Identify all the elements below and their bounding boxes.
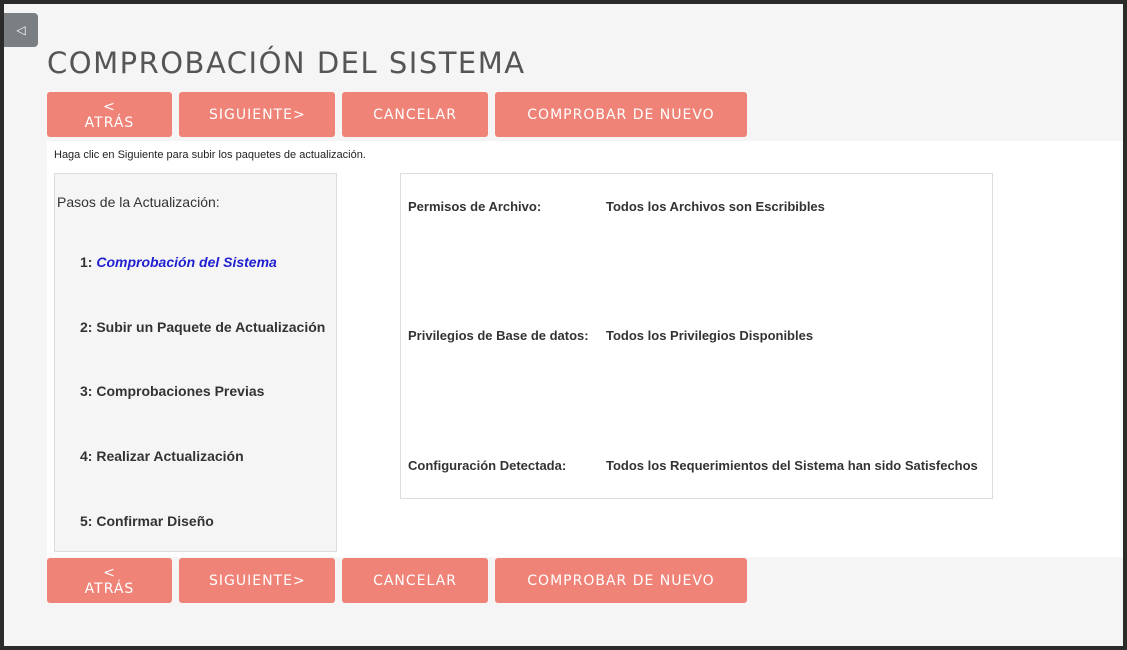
check-row-detected-configuration: Configuración Detectada: Todos los Requer… [408,458,978,473]
system-check-results: Permisos de Archivo: Todos los Archivos s… [400,173,993,499]
page-title: COMPROBACIÓN DEL SISTEMA [47,46,526,80]
step-number: 3: [80,383,97,399]
step-item-2: 2: Subir un Paquete de Actualización [80,319,325,335]
cancel-button[interactable]: CANCELAR [342,558,488,603]
bottom-button-bar: < ATRÁS SIGUIENTE> CANCELAR COMPROBAR DE… [47,558,747,603]
step-label: Subir un Paquete de Actualización [96,319,326,335]
recheck-button[interactable]: COMPROBAR DE NUEVO [495,92,747,137]
check-value: Todos los Archivos son Escribibles [606,199,825,214]
next-button[interactable]: SIGUIENTE> [179,558,335,603]
check-label: Configuración Detectada: [408,458,567,473]
check-value: Todos los Requerimientos del Sistema han… [606,458,978,473]
back-button[interactable]: < ATRÁS [47,558,172,603]
check-label: Permisos de Archivo: [408,199,542,214]
steps-title: Pasos de la Actualización: [57,194,220,210]
instruction-text: Haga clic en Siguiente para subir los pa… [54,149,366,161]
next-button[interactable]: SIGUIENTE> [179,92,335,137]
step-item-5: 5: Confirmar Diseño [80,513,214,529]
step-number: 4: [80,448,97,464]
step-number: 1: [80,254,97,270]
recheck-button[interactable]: COMPROBAR DE NUEVO [495,558,747,603]
step-item-3: 3: Comprobaciones Previas [80,383,264,399]
step-item-1: 1: Comprobación del Sistema [80,254,277,270]
step-label: Confirmar Diseño [96,513,214,529]
back-button[interactable]: < ATRÁS [47,92,172,137]
step-item-4: 4: Realizar Actualización [80,448,244,464]
top-button-bar: < ATRÁS SIGUIENTE> CANCELAR COMPROBAR DE… [47,92,747,137]
step-label: Realizar Actualización [96,448,244,464]
check-row-file-permissions: Permisos de Archivo: Todos los Archivos s… [408,199,825,214]
collapse-sidebar-icon[interactable]: ◁ [4,13,38,47]
step-number: 5: [80,513,97,529]
step-label: Comprobaciones Previas [96,383,265,399]
check-value: Todos los Privilegios Disponibles [606,328,814,343]
step-link-system-check[interactable]: Comprobación del Sistema [96,254,276,270]
step-number: 2: [80,319,97,335]
upgrade-steps-panel: Pasos de la Actualización: 1: Comprobaci… [54,173,337,552]
content-area: Haga clic en Siguiente para subir los pa… [47,141,1123,557]
check-label: Privilegios de Base de datos: [408,328,589,343]
cancel-button[interactable]: CANCELAR [342,92,488,137]
check-row-database-privileges: Privilegios de Base de datos: Todos los P… [408,328,813,343]
